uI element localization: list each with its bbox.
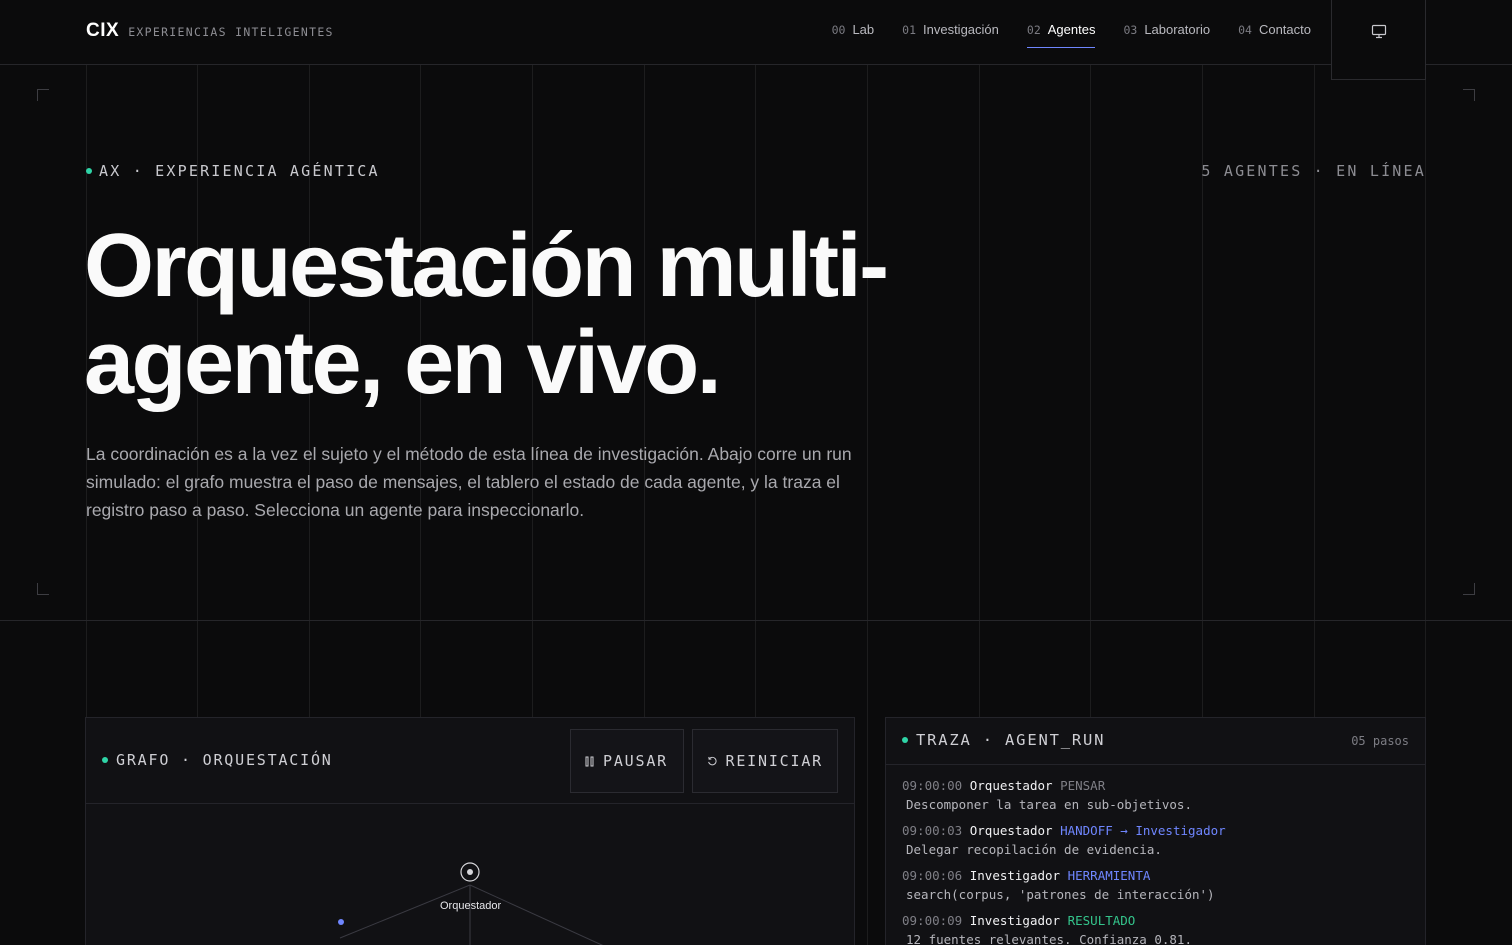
nav-item-number: 00 <box>831 23 846 37</box>
brand-tagline: EXPERIENCIAS INTELIGENTES <box>128 25 334 39</box>
entry-detail: Descomponer la tarea en sub-objetivos. <box>906 797 1192 812</box>
entry-agent: Orquestador <box>969 778 1053 793</box>
steps-count: 05 pasos <box>1351 734 1409 748</box>
nav-item-number: 02 <box>1026 23 1041 37</box>
agents-online-status: 5 AGENTES · EN LÍNEA <box>1201 162 1426 180</box>
trace-panel: TRAZA · AGENT_RUN 05 pasos 09:00:00 Orqu… <box>885 717 1426 945</box>
status-dot-icon <box>902 737 908 743</box>
trace-entry[interactable]: 09:00:06 Investigador HERRAMIENTA search… <box>902 866 1409 904</box>
trace-entry[interactable]: 09:00:00 Orquestador PENSAR Descomponer … <box>902 776 1409 814</box>
nav-item-lab[interactable]: 00 Lab <box>832 22 875 48</box>
trace-entry[interactable]: 09:00:09 Investigador RESULTADO 12 fuent… <box>902 911 1409 945</box>
section-eyebrow: AX · EXPERIENCIA AGÉNTICA <box>86 162 380 180</box>
entry-action: HANDOFF → Investigador <box>1060 823 1226 838</box>
nav-item-agentes[interactable]: 02 Agentes <box>1026 22 1096 48</box>
pause-button-label: PAUSAR <box>603 752 668 770</box>
corner-mark <box>37 89 49 101</box>
graph-header: GRAFO · ORQUESTACIÓN PAUSAR REINICIAR <box>86 718 854 804</box>
orchestrator-node-label: Orquestador <box>440 900 502 912</box>
trace-label: TRAZA · AGENT_RUN <box>902 731 1105 749</box>
corner-mark <box>1463 89 1475 101</box>
brand[interactable]: CIX EXPERIENCIAS INTELIGENTES <box>86 20 334 42</box>
trace-label-text: TRAZA · AGENT_RUN <box>916 731 1106 749</box>
display-mode-button[interactable] <box>1331 0 1426 80</box>
nav-item-label: Laboratorio <box>1144 22 1211 37</box>
corner-mark <box>1463 583 1475 595</box>
graph-canvas <box>338 862 604 945</box>
entry-action: PENSAR <box>1060 778 1106 793</box>
trace-header: TRAZA · AGENT_RUN 05 pasos <box>886 718 1425 765</box>
title-line-2: agente, en vivo. <box>84 313 722 413</box>
entry-timestamp: 09:00:00 <box>902 778 963 793</box>
pause-icon <box>585 756 594 766</box>
nav-item-contacto[interactable]: 04 Contacto <box>1238 22 1311 48</box>
entry-agent: Investigador <box>969 913 1061 928</box>
status-dot-icon <box>102 757 108 763</box>
trace-log[interactable]: 09:00:00 Orquestador PENSAR Descomponer … <box>886 765 1425 945</box>
nav-item-laboratorio[interactable]: 03 Laboratorio <box>1123 22 1210 48</box>
eyebrow-text: AX · EXPERIENCIA AGÉNTICA <box>99 162 380 180</box>
title-line-1: Orquestación multi- <box>84 216 889 316</box>
entry-timestamp: 09:00:09 <box>902 913 963 928</box>
nav-item-label: Lab <box>852 22 875 37</box>
entry-action: HERRAMIENTA <box>1067 868 1151 883</box>
reset-button-label: REINICIAR <box>725 752 823 770</box>
entry-agent: Investigador <box>969 868 1061 883</box>
nav-item-label: Contacto <box>1258 22 1311 37</box>
section-divider <box>0 620 1512 621</box>
reset-button[interactable]: REINICIAR <box>692 729 838 793</box>
graph-label: GRAFO · ORQUESTACIÓN <box>102 751 333 769</box>
corner-mark <box>37 583 49 595</box>
orchestrator-node[interactable] <box>460 862 480 882</box>
graph-edge <box>469 884 604 945</box>
trace-entry[interactable]: 09:00:03 Orquestador HANDOFF → Investiga… <box>902 821 1409 859</box>
nav-item-number: 04 <box>1238 23 1252 37</box>
orchestration-graph[interactable]: Orquestador <box>86 804 854 945</box>
page-title: Orquestación multi- agente, en vivo. <box>84 218 984 412</box>
entry-detail: Delegar recopilación de evidencia. <box>906 842 1162 857</box>
graph-panel: GRAFO · ORQUESTACIÓN PAUSAR REINICIAR Or… <box>85 717 855 945</box>
nav-item-investigacion[interactable]: 01 Investigación <box>902 22 999 48</box>
message-packet <box>338 919 344 925</box>
nav-item-number: 03 <box>1123 23 1138 37</box>
hero-description: La coordinación es a la vez el sujeto y … <box>86 444 852 520</box>
pause-button[interactable]: PAUSAR <box>570 729 684 793</box>
entry-detail: search(corpus, 'patrones de interacción'… <box>906 887 1215 902</box>
graph-label-text: GRAFO · ORQUESTACIÓN <box>116 751 333 769</box>
nav-item-label: Investigación <box>923 22 999 37</box>
entry-action: RESULTADO <box>1067 913 1136 928</box>
monitor-icon <box>1371 24 1386 39</box>
nav-item-label: Agentes <box>1047 22 1096 37</box>
main-nav: 00 Lab 01 Investigación 02 Agentes 03 Labora… <box>832 22 1311 48</box>
entry-agent: Orquestador <box>969 823 1053 838</box>
status-dot-icon <box>86 168 92 174</box>
nav-item-number: 01 <box>902 23 916 37</box>
top-header: CIX EXPERIENCIAS INTELIGENTES 00 Lab 01 In… <box>0 0 1512 80</box>
brand-logo[interactable]: CIX <box>86 20 119 42</box>
entry-timestamp: 09:00:06 <box>902 868 963 883</box>
entry-timestamp: 09:00:03 <box>902 823 963 838</box>
entry-detail: 12 fuentes relevantes. Confianza 0.81. <box>906 932 1192 945</box>
refresh-icon <box>708 756 717 766</box>
